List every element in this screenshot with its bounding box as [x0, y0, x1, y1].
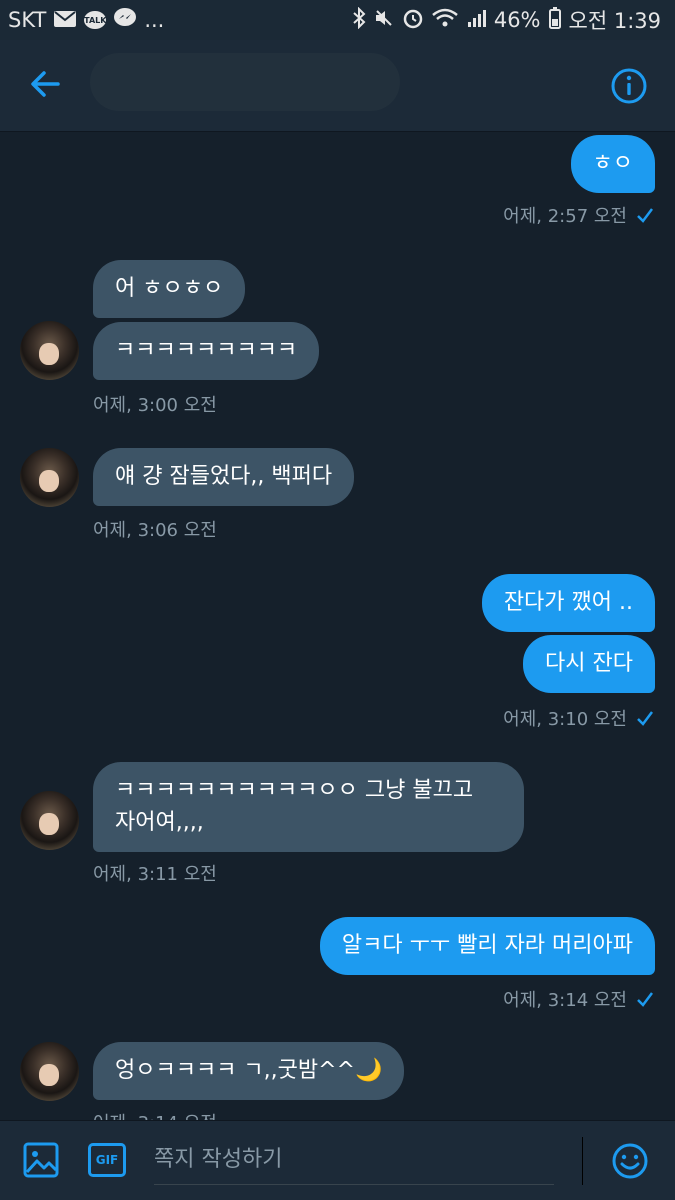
clock: 오전 1:39 — [568, 9, 661, 33]
composer-divider — [582, 1137, 583, 1185]
conversation-title-redacted[interactable] — [90, 53, 400, 111]
carrier-label: SKT — [8, 8, 47, 32]
emoji-icon — [612, 1143, 648, 1179]
bluetooth-icon — [352, 6, 366, 34]
message-timestamp: 어제, 3:11 오전 — [93, 864, 217, 885]
back-arrow-icon — [31, 71, 60, 97]
mail-icon — [54, 8, 77, 32]
sent-check-icon — [637, 208, 653, 223]
add-image-button[interactable] — [22, 1141, 60, 1179]
info-icon — [611, 68, 647, 104]
status-bar-right: 46% 오전 1:39 — [352, 5, 661, 35]
signal-icon — [466, 8, 486, 33]
message-timestamp: 어제, 3:10 오전 — [503, 709, 627, 730]
message-bubble-in[interactable]: ㅋㅋㅋㅋㅋㅋㅋㅋㅋ — [93, 322, 320, 380]
message-list[interactable]: ㅎㅇ 어제, 2:57 오전 어 ㅎㅇㅎㅇ ㅋㅋㅋㅋㅋㅋㅋㅋㅋ 어제, 3:00… — [0, 132, 675, 1120]
messenger-icon — [114, 7, 137, 33]
message-bubble-out[interactable]: ㅎㅇ — [570, 135, 655, 193]
sent-check-icon — [637, 992, 653, 1007]
message-timestamp: 어제, 3:14 오전 — [93, 1109, 217, 1120]
message-meta-in: 어제, 3:00 오전 — [93, 391, 217, 417]
sent-check-icon — [637, 711, 653, 726]
message-timestamp: 어제, 3:14 오전 — [503, 990, 627, 1011]
message-bubble-in[interactable]: 얘 걍 잠들었다,, 백퍼다 — [93, 448, 355, 506]
message-meta-out: 어제, 2:57 오전 — [503, 202, 655, 228]
avatar[interactable] — [20, 321, 79, 380]
message-bubble-in[interactable]: 어 ㅎㅇㅎㅇ — [93, 260, 246, 318]
emoji-button[interactable] — [610, 1141, 650, 1181]
conversation-header — [0, 40, 675, 132]
alarm-icon — [402, 7, 424, 34]
message-input[interactable] — [154, 1135, 554, 1185]
wifi-icon — [432, 8, 458, 33]
message-bubble-out[interactable]: 알ㅋ다 ㅜㅜ 빨리 자라 머리아파 — [319, 917, 655, 975]
back-button[interactable] — [26, 64, 66, 104]
info-button[interactable] — [609, 66, 649, 106]
image-icon — [23, 1142, 59, 1178]
battery-icon — [548, 6, 561, 34]
message-timestamp: 어제, 3:00 오전 — [93, 395, 217, 416]
kakaotalk-icon: TALK — [84, 11, 106, 29]
message-bubble-in[interactable]: ㅋㅋㅋㅋㅋㅋㅋㅋㅋㅋㅇㅇ 그냥 불끄고 자어여,,,, — [93, 762, 524, 852]
message-bubble-out[interactable]: 다시 잔다 — [523, 635, 655, 693]
mute-icon — [374, 8, 394, 33]
message-composer: GIF — [0, 1120, 675, 1200]
message-meta-in: 어제, 3:06 오전 — [93, 516, 217, 542]
status-bar-left: SKT TALK ... — [8, 7, 165, 33]
more-notifications: ... — [144, 8, 165, 32]
avatar[interactable] — [20, 791, 79, 850]
message-meta-out: 어제, 3:14 오전 — [503, 986, 655, 1012]
message-bubble-in[interactable]: 엉ㅇㅋㅋㅋㅋ ㄱ,,굿밤^^🌙 — [93, 1042, 405, 1100]
status-bar: SKT TALK ... 46% 오전 1:39 — [0, 0, 675, 40]
message-timestamp: 어제, 2:57 오전 — [503, 206, 627, 227]
message-meta-out: 어제, 3:10 오전 — [503, 705, 655, 731]
message-bubble-out[interactable]: 잔다가 깼어 .. — [481, 574, 655, 632]
avatar[interactable] — [20, 1042, 79, 1101]
avatar[interactable] — [20, 448, 79, 507]
message-timestamp: 어제, 3:06 오전 — [93, 520, 217, 541]
gif-button[interactable]: GIF — [88, 1143, 126, 1177]
message-meta-in: 어제, 3:11 오전 — [93, 860, 217, 886]
battery-percent: 46% — [493, 8, 541, 32]
message-meta-in: 어제, 3:14 오전 — [93, 1109, 217, 1120]
